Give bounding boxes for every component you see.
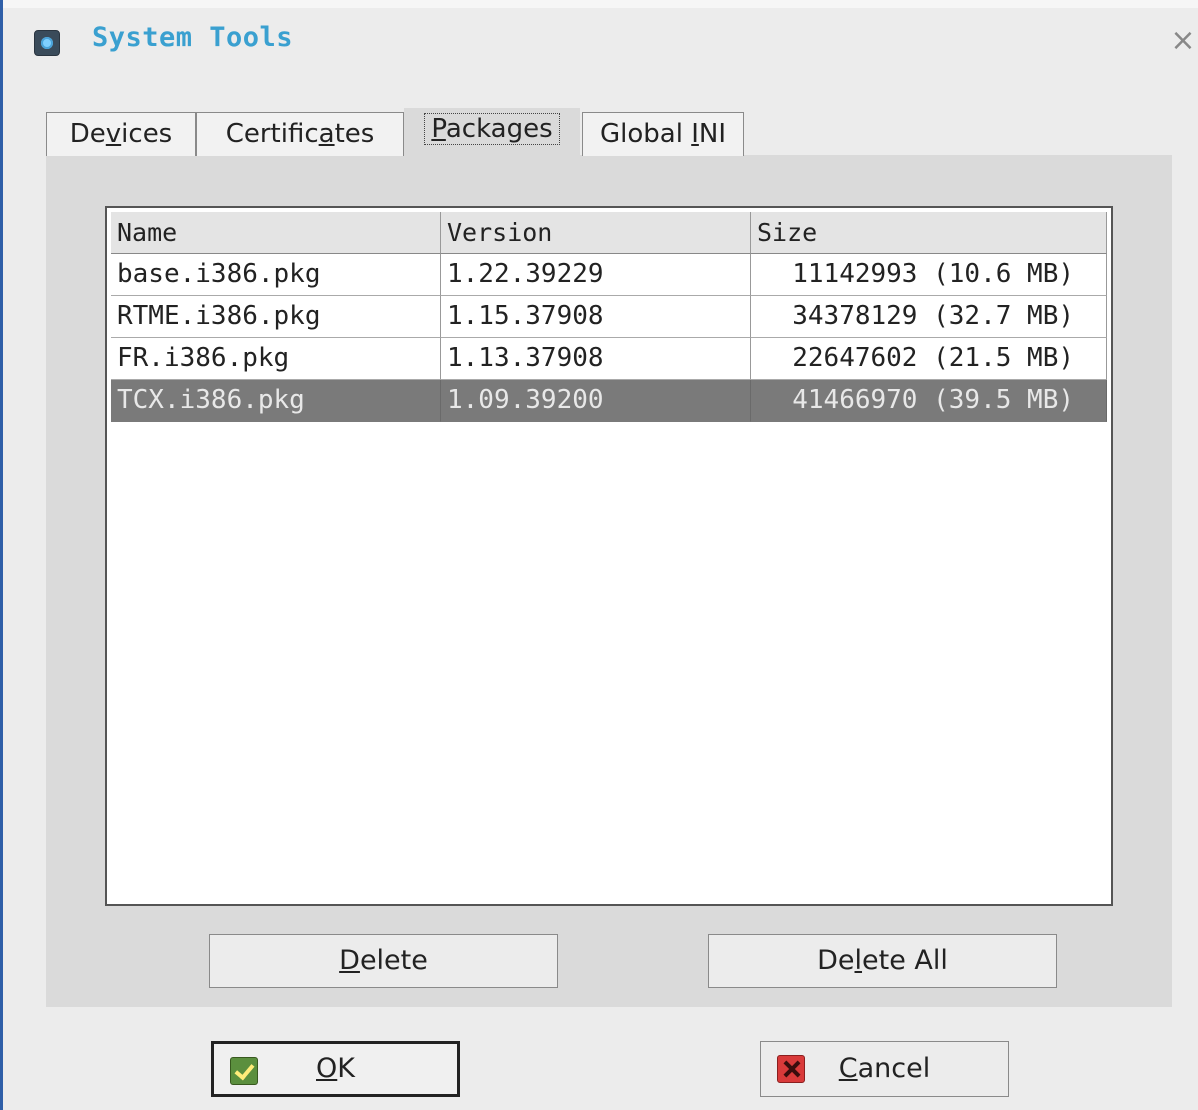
gear-icon-center [41,37,53,49]
package-name: TCX.i386.pkg [111,380,441,422]
package-size: 34378129 (32.7 MB) [751,296,1107,338]
close-button[interactable]: × [1168,26,1198,60]
column-header-name[interactable]: Name [111,212,441,254]
package-name: base.i386.pkg [111,254,441,296]
cancel-button-label: Cancel [838,1053,931,1084]
delete-button-label: Delete [339,945,428,976]
package-version: 1.15.37908 [441,296,751,338]
column-header-size[interactable]: Size [751,212,1107,254]
table-row[interactable]: base.i386.pkg 1.22.39229 11142993 (10.6 … [111,254,1107,296]
tab-packages[interactable]: Packages [404,108,580,156]
package-name: RTME.i386.pkg [111,296,441,338]
package-version: 1.13.37908 [441,338,751,380]
package-version: 1.09.39200 [441,380,751,422]
tab-devices[interactable]: Devices [46,112,196,156]
package-size: 22647602 (21.5 MB) [751,338,1107,380]
column-header-version[interactable]: Version [441,212,751,254]
package-name: FR.i386.pkg [111,338,441,380]
package-size: 11142993 (10.6 MB) [751,254,1107,296]
cancel-button[interactable]: Cancel [760,1041,1009,1097]
delete-all-button-label: Delete All [817,945,948,976]
delete-button[interactable]: Delete [209,934,558,988]
table-header-row: Name Version Size [111,212,1107,254]
tab-global-ini[interactable]: Global INI [582,112,744,156]
window-left-border [0,0,3,1110]
package-version: 1.22.39229 [441,254,751,296]
window-title: System Tools [92,22,294,53]
packages-table[interactable]: Name Version Size base.i386.pkg 1.22.392… [105,206,1113,906]
green-check-icon [230,1057,258,1085]
tab-certificates-label: Certificates [225,119,375,149]
tab-global-ini-label: Global INI [600,119,726,149]
table-row[interactable]: FR.i386.pkg 1.13.37908 22647602 (21.5 MB… [111,338,1107,380]
red-x-icon [777,1055,805,1083]
ok-button[interactable]: OK [211,1041,460,1097]
tab-packages-label: Packages [424,113,560,145]
table-row-selected[interactable]: TCX.i386.pkg 1.09.39200 41466970 (39.5 M… [111,380,1107,422]
ok-button-label: OK [316,1053,355,1084]
top-strip [0,0,1198,8]
tab-devices-label: Devices [69,119,173,149]
tab-certificates[interactable]: Certificates [196,112,404,156]
delete-all-button[interactable]: Delete All [708,934,1057,988]
system-tools-gear-icon [34,30,60,56]
package-size: 41466970 (39.5 MB) [751,380,1107,422]
table-row[interactable]: RTME.i386.pkg 1.15.37908 34378129 (32.7 … [111,296,1107,338]
